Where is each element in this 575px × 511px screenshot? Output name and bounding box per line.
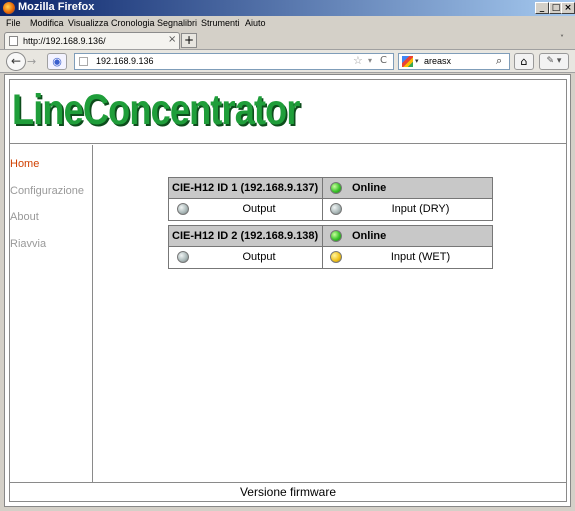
addon-button[interactable]: ✎ ▾ [539,53,569,70]
menu-strumenti[interactable]: Strumenti [201,18,240,28]
search-engine-chevron-icon[interactable]: ▾ [415,57,419,65]
page-frame: LineConcentrator Home Configurazione Abo… [9,79,567,502]
tab-close-icon[interactable]: × [168,34,176,45]
input-label: Input (WET) [390,251,451,263]
menu-modifica[interactable]: Modifica [30,18,64,28]
status-led-icon [330,182,342,194]
firefox-icon [3,2,15,14]
device-title: CIE-H12 ID 1 (192.168.9.137) [172,182,319,194]
sidebar-item-riavvia[interactable]: Riavvia [10,238,46,250]
page-icon [79,57,88,66]
sidebar-item-about[interactable]: About [10,211,39,223]
history-dropdown-icon[interactable]: ▾ [368,56,372,65]
page-footer: Versione firmware [10,482,566,501]
bookmark-star-icon[interactable]: ☆ [353,54,363,67]
output-label: Output [242,251,276,263]
device-card: CIE-H12 ID 1 (192.168.9.137) Online Outp… [168,177,493,221]
device-header-row: CIE-H12 ID 2 (192.168.9.138) Online [169,226,492,247]
content-viewport: LineConcentrator Home Configurazione Abo… [4,74,571,507]
input-label: Input (DRY) [391,203,450,215]
device-title: CIE-H12 ID 2 (192.168.9.138) [172,230,319,242]
search-bar[interactable]: ▾ areasx ⌕ [398,53,510,70]
home-button[interactable]: ⌂ [514,53,534,70]
url-bar[interactable]: 192.168.9.136 ☆ ▾ C [74,53,394,70]
sidebar-item-configurazione[interactable]: Configurazione [10,185,84,197]
search-icon[interactable]: ⌕ [496,54,502,68]
window-titlebar: Mozilla Firefox _ □ × [0,0,575,16]
input-led-icon [330,203,342,215]
menu-segnalibri[interactable]: Segnalibri [157,18,197,28]
output-led-icon [177,251,189,263]
page-icon [9,36,18,46]
status-led-icon [330,230,342,242]
device-header-row: CIE-H12 ID 1 (192.168.9.137) Online [169,178,492,199]
search-input[interactable]: areasx [424,56,451,66]
window-title: Mozilla Firefox [18,1,95,13]
forward-button[interactable]: → [27,54,41,69]
sidebar-item-home[interactable]: Home [10,158,39,170]
url-input[interactable]: 192.168.9.136 [96,56,154,66]
device-card: CIE-H12 ID 2 (192.168.9.138) Online Outp… [168,225,493,269]
new-tab-button[interactable]: + [181,33,197,48]
google-icon[interactable] [402,56,413,67]
output-led-icon [177,203,189,215]
tab-list-chevron-icon[interactable]: ˅ [560,34,564,43]
menu-aiuto[interactable]: Aiuto [245,18,266,28]
input-led-icon [330,251,342,263]
site-identity-icon[interactable]: ◉ [47,53,67,70]
menu-visualizza[interactable]: Visualizza [68,18,108,28]
minimize-button[interactable]: _ [535,2,549,14]
reload-icon[interactable]: C [380,55,387,66]
logo: LineConcentrator [12,86,300,134]
page-header: LineConcentrator [10,80,566,144]
tab-current[interactable]: http://192.168.9.136/ × [4,32,180,49]
main-content: CIE-H12 ID 1 (192.168.9.137) Online Outp… [94,145,566,482]
navigation-toolbar: ← → ◉ 192.168.9.136 ☆ ▾ C ▾ areasx ⌕ ⌂ ✎… [0,49,575,73]
device-io-row: Output Input (WET) [169,247,492,268]
tab-strip: http://192.168.9.136/ × + ˅ [0,31,575,49]
menu-bar: File Modifica Visualizza Cronologia Segn… [0,16,575,31]
tab-label: http://192.168.9.136/ [23,36,106,46]
output-label: Output [242,203,276,215]
menu-file[interactable]: File [6,18,21,28]
device-io-row: Output Input (DRY) [169,199,492,220]
status-text: Online [352,230,387,242]
back-button[interactable]: ← [6,52,26,71]
status-text: Online [352,182,387,194]
sidebar: Home Configurazione About Riavvia [10,145,93,482]
close-button[interactable]: × [561,2,575,14]
menu-cronologia[interactable]: Cronologia [111,18,155,28]
